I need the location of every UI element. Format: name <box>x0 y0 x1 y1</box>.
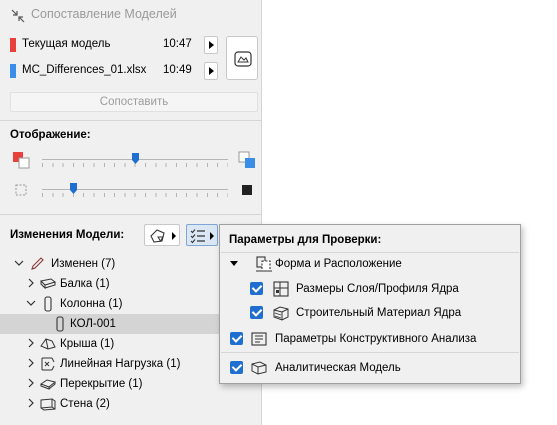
param-analytical-model[interactable]: Аналитическая Модель <box>230 358 515 378</box>
structural-analysis-icon <box>251 332 267 346</box>
param-core-material[interactable]: Строительный Материал Ядра <box>250 303 510 323</box>
highlight-slider-row <box>10 150 258 170</box>
column-element-icon <box>56 316 64 332</box>
model-row-current[interactable]: Текущая модель 10:47 <box>8 35 220 56</box>
model-name: Текущая модель <box>22 38 111 50</box>
check-parameters-button[interactable] <box>186 224 218 246</box>
param-label: Размеры Слоя/Профиля Ядра <box>296 283 459 295</box>
collapse-arrows-icon[interactable] <box>11 9 25 23</box>
current-model-swatch <box>10 38 16 52</box>
tree-item-wall[interactable]: Стена (2) <box>0 394 262 414</box>
pencil-icon <box>31 257 44 270</box>
divider <box>221 252 519 253</box>
slab-icon <box>40 379 56 390</box>
checkbox-checked[interactable] <box>230 332 243 345</box>
chevron-right-icon[interactable] <box>26 358 36 368</box>
line-load-icon <box>41 357 55 371</box>
slider-thumb[interactable] <box>131 153 139 164</box>
model-time: 10:47 <box>163 38 192 50</box>
param-structural-analysis[interactable]: Параметры Конструктивного Анализа <box>230 329 515 349</box>
chevron-right-icon[interactable] <box>26 278 36 288</box>
tree-item-label: КОЛ-001 <box>70 318 116 330</box>
chevron-right-icon <box>210 232 214 240</box>
tree-item-label: Крыша (1) <box>60 338 115 350</box>
model-name: MC_Differences_01.xlsx <box>22 64 147 76</box>
column-icon <box>44 296 52 312</box>
palette-titlebar[interactable]: Сопоставление Моделей <box>0 0 262 28</box>
caret-down-icon[interactable] <box>230 261 238 266</box>
element-filter-button[interactable] <box>144 224 180 246</box>
popup-title: Параметры для Проверки: <box>229 234 382 246</box>
slider-thumb[interactable] <box>70 183 78 194</box>
tree-item-label: Линейная Нагрузка (1) <box>60 358 181 370</box>
param-label: Строительный Материал Ядра <box>296 307 462 319</box>
shape-position-icon <box>256 256 272 272</box>
tree-item-label: Стена (2) <box>60 398 110 410</box>
chevron-right-icon <box>172 232 176 240</box>
blue-highlight-icon <box>238 151 255 168</box>
analytical-model-icon <box>251 361 267 375</box>
chevron-right-icon[interactable] <box>26 338 36 348</box>
param-label: Аналитическая Модель <box>275 362 401 374</box>
display-label: Отображение: <box>10 129 91 141</box>
divider <box>0 214 262 215</box>
material-icon <box>273 306 289 321</box>
opacity-slider-row <box>10 180 258 200</box>
filled-square-icon <box>242 185 252 195</box>
check-parameters-popup: Параметры для Проверки: Форма и Располож… <box>219 224 521 384</box>
param-layer-size[interactable]: Размеры Слоя/Профиля Ядра <box>250 279 510 299</box>
chevron-right-icon[interactable] <box>26 378 36 388</box>
red-highlight-icon <box>13 152 30 169</box>
compared-model-swatch <box>10 64 16 78</box>
model-menu-button[interactable] <box>204 62 218 80</box>
checklist-icon <box>190 229 205 244</box>
param-label: Параметры Конструктивного Анализа <box>275 333 477 345</box>
tree-item-label: Балка (1) <box>60 278 110 290</box>
model-menu-button[interactable] <box>204 36 218 54</box>
param-shape-position[interactable]: Форма и Расположение <box>230 254 510 274</box>
chevron-down-icon[interactable] <box>26 298 36 308</box>
checkbox-checked[interactable] <box>250 282 263 295</box>
filter-elements-icon <box>150 229 165 243</box>
model-time: 10:49 <box>163 64 192 76</box>
model-row-compared[interactable]: MC_Differences_01.xlsx 10:49 <box>8 61 220 82</box>
param-label: Форма и Расположение <box>275 258 402 270</box>
palette-title: Сопоставление Моделей <box>31 7 177 21</box>
chevron-right-icon[interactable] <box>26 398 36 408</box>
tree-item-label: Перекрытие (1) <box>60 378 143 390</box>
layer-size-icon <box>273 281 289 297</box>
checkbox-checked[interactable] <box>230 361 243 374</box>
roof-icon <box>40 338 56 350</box>
model-swap-icon <box>234 51 252 67</box>
wall-icon <box>40 398 56 411</box>
divider <box>0 120 262 121</box>
model-changes-label: Изменения Модели: <box>10 229 125 241</box>
chevron-down-icon[interactable] <box>14 258 24 268</box>
tree-item-label: Колонна (1) <box>60 298 123 310</box>
beam-icon <box>40 278 56 290</box>
compare-button[interactable]: Сопоставить <box>10 92 258 112</box>
checkbox-checked[interactable] <box>250 306 263 319</box>
divider <box>221 352 519 353</box>
empty-square-icon <box>15 184 27 196</box>
tree-item-label: Изменен (7) <box>51 258 116 270</box>
swap-models-button[interactable] <box>226 36 258 80</box>
